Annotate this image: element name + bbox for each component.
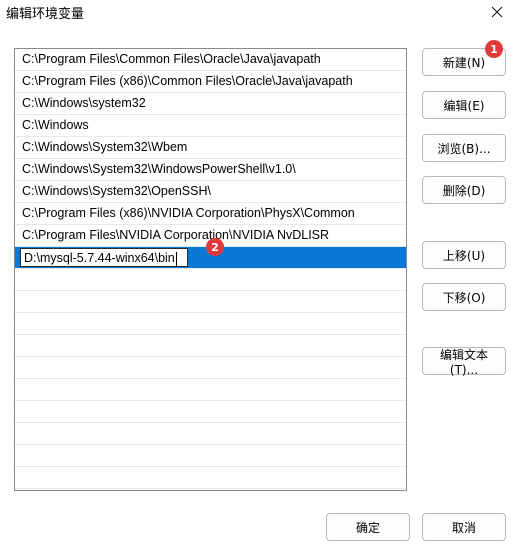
list-item-empty[interactable] bbox=[15, 335, 406, 357]
list-item[interactable]: C:\Program Files (x86)\Common Files\Orac… bbox=[15, 71, 406, 93]
list-item[interactable]: C:\Windows\System32\Wbem bbox=[15, 137, 406, 159]
close-button[interactable] bbox=[485, 0, 509, 24]
title-bar: 编辑环境变量 bbox=[0, 0, 515, 24]
list-item-empty[interactable] bbox=[15, 401, 406, 423]
path-list[interactable]: C:\Program Files\Common Files\Oracle\Jav… bbox=[14, 48, 407, 491]
list-item-empty[interactable] bbox=[15, 269, 406, 291]
edit-text-button[interactable]: 编辑文本(T)... bbox=[422, 347, 506, 377]
ok-button[interactable]: 确定 bbox=[326, 513, 410, 541]
window-title: 编辑环境变量 bbox=[6, 7, 85, 22]
annotation-badge-2: 2 bbox=[206, 238, 224, 256]
edit-button[interactable]: 编辑(E) bbox=[422, 91, 506, 119]
list-item-empty[interactable] bbox=[15, 291, 406, 313]
list-item[interactable]: C:\Windows\System32\WindowsPowerShell\v1… bbox=[15, 159, 406, 181]
move-down-button[interactable]: 下移(O) bbox=[422, 283, 506, 311]
text-caret bbox=[175, 251, 177, 266]
delete-button[interactable]: 删除(D) bbox=[422, 176, 506, 204]
close-icon bbox=[491, 6, 503, 18]
list-item-empty[interactable] bbox=[15, 379, 406, 401]
list-item[interactable]: C:\Windows bbox=[15, 115, 406, 137]
list-item-empty[interactable] bbox=[15, 467, 406, 489]
list-item[interactable]: C:\Program Files\Common Files\Oracle\Jav… bbox=[15, 49, 406, 71]
move-up-button[interactable]: 上移(U) bbox=[422, 241, 506, 269]
list-item-empty[interactable] bbox=[15, 357, 406, 379]
annotation-badge-1: 1 bbox=[485, 40, 503, 58]
path-edit-input[interactable]: D:\mysql-5.7.44-winx64\bin bbox=[20, 248, 188, 267]
path-edit-value: D:\mysql-5.7.44-winx64\bin bbox=[24, 251, 175, 265]
list-item[interactable]: C:\Windows\system32 bbox=[15, 93, 406, 115]
list-item-empty[interactable] bbox=[15, 445, 406, 467]
list-item[interactable]: C:\Windows\System32\OpenSSH\ bbox=[15, 181, 406, 203]
cancel-button[interactable]: 取消 bbox=[422, 513, 506, 541]
browse-button[interactable]: 浏览(B)... bbox=[422, 134, 506, 162]
list-item[interactable]: C:\Program Files (x86)\NVIDIA Corporatio… bbox=[15, 203, 406, 225]
list-item-empty[interactable] bbox=[15, 313, 406, 335]
list-item-empty[interactable] bbox=[15, 423, 406, 445]
